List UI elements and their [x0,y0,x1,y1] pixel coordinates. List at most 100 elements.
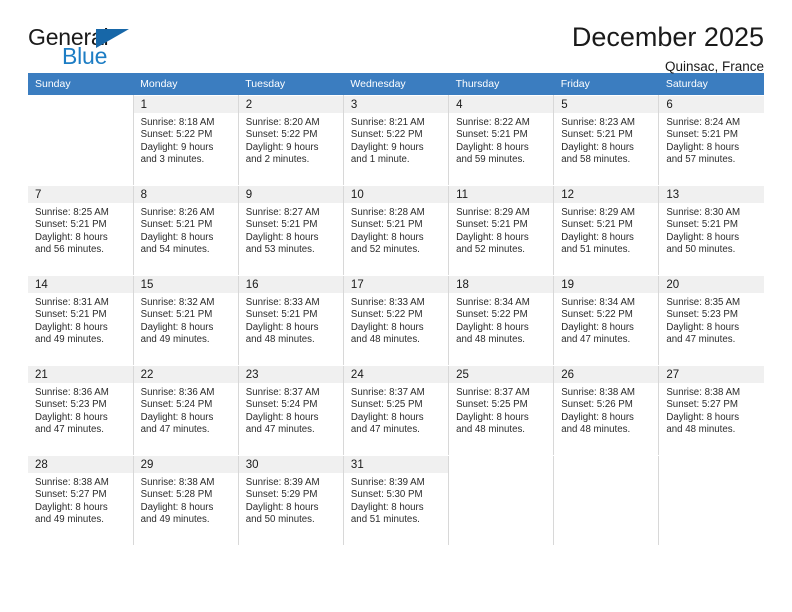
calendar-week-row: 14 Sunrise: 8:31 AM Sunset: 5:21 PM Dayli… [28,275,764,366]
day-sun-info: Sunrise: 8:28 AM Sunset: 5:21 PM Dayligh… [350,207,425,256]
calendar-day-cell[interactable]: 12 Sunrise: 8:29 AM Sunset: 5:21 PM Dayli… [553,185,660,276]
calendar-day-cell[interactable]: 1 Sunrise: 8:18 AM Sunset: 5:22 PM Daylig… [132,95,239,186]
calendar-week-row: 28 Sunrise: 8:38 AM Sunset: 5:27 PM Dayli… [28,455,764,546]
day-number: 30 [238,456,343,473]
calendar-day-cell[interactable]: 9 Sunrise: 8:27 AM Sunset: 5:21 PM Daylig… [237,185,344,276]
calendar-week-row: 21 Sunrise: 8:36 AM Sunset: 5:23 PM Dayli… [28,365,764,456]
calendar-day-cell[interactable]: 31 Sunrise: 8:39 AM Sunset: 5:30 PM Dayli… [342,455,450,546]
day-sun-info: Sunrise: 8:20 AM Sunset: 5:22 PM Dayligh… [245,117,320,166]
day-sun-info [659,473,764,477]
location-label: Quinsac, France [664,59,764,75]
day-sun-info: Sunrise: 8:37 AM Sunset: 5:25 PM Dayligh… [350,387,425,436]
day-sun-info: Sunrise: 8:29 AM Sunset: 5:21 PM Dayligh… [456,207,530,256]
calendar-day-cell[interactable]: 2 Sunrise: 8:20 AM Sunset: 5:22 PM Daylig… [237,95,344,186]
weekday-header-tuesday: Tuesday [238,73,344,96]
weekday-header-monday: Monday [133,73,239,96]
day-sun-info: Sunrise: 8:38 AM Sunset: 5:27 PM Dayligh… [666,387,741,436]
day-sun-info: Sunrise: 8:31 AM Sunset: 5:21 PM Dayligh… [35,297,109,346]
calendar-day-cell[interactable]: 28 Sunrise: 8:38 AM Sunset: 5:27 PM Dayli… [28,455,134,546]
day-sun-info: Sunrise: 8:38 AM Sunset: 5:28 PM Dayligh… [140,477,215,526]
calendar-day-cell[interactable]: 13 Sunrise: 8:30 AM Sunset: 5:21 PM Dayli… [658,185,764,276]
calendar-day-cell[interactable]: 25 Sunrise: 8:37 AM Sunset: 5:25 PM Dayli… [448,365,555,456]
calendar-day-cell[interactable]: 21 Sunrise: 8:36 AM Sunset: 5:23 PM Dayli… [28,365,134,456]
day-number: 2 [238,96,343,113]
weekday-header-friday: Friday [553,73,659,96]
day-sun-info [28,113,133,117]
calendar-day-cell[interactable]: 30 Sunrise: 8:39 AM Sunset: 5:29 PM Dayli… [237,455,344,546]
calendar-day-cell[interactable]: 16 Sunrise: 8:33 AM Sunset: 5:21 PM Dayli… [237,275,344,366]
calendar-day-cell[interactable]: 19 Sunrise: 8:34 AM Sunset: 5:22 PM Dayli… [553,275,660,366]
calendar-day-cell[interactable]: 5 Sunrise: 8:23 AM Sunset: 5:21 PM Daylig… [553,95,660,186]
calendar-day-cell[interactable]: 14 Sunrise: 8:31 AM Sunset: 5:21 PM Dayli… [28,275,134,366]
day-number: 7 [28,186,133,203]
calendar-page: General Blue December 2025 Quinsac, Fran… [0,0,792,612]
day-number: 18 [449,276,554,293]
calendar-cell-empty [448,455,555,546]
day-sun-info: Sunrise: 8:39 AM Sunset: 5:29 PM Dayligh… [245,477,320,526]
day-number: 14 [28,276,133,293]
day-number: 13 [659,186,764,203]
calendar-day-cell[interactable]: 26 Sunrise: 8:38 AM Sunset: 5:26 PM Dayli… [553,365,660,456]
calendar-day-cell[interactable]: 18 Sunrise: 8:34 AM Sunset: 5:22 PM Dayli… [448,275,555,366]
calendar-day-cell[interactable]: 6 Sunrise: 8:24 AM Sunset: 5:21 PM Daylig… [658,95,764,186]
day-number [554,456,659,473]
day-sun-info: Sunrise: 8:39 AM Sunset: 5:30 PM Dayligh… [350,477,425,526]
calendar-table: Sunday Monday Tuesday Wednesday Thursday… [28,73,764,546]
day-number [659,456,764,473]
day-sun-info: Sunrise: 8:38 AM Sunset: 5:27 PM Dayligh… [35,477,109,526]
calendar-day-cell[interactable]: 7 Sunrise: 8:25 AM Sunset: 5:21 PM Daylig… [28,185,134,276]
calendar-day-cell[interactable]: 24 Sunrise: 8:37 AM Sunset: 5:25 PM Dayli… [342,365,450,456]
calendar-day-cell[interactable]: 20 Sunrise: 8:35 AM Sunset: 5:23 PM Dayli… [658,275,764,366]
day-number: 10 [343,186,449,203]
calendar-day-cell[interactable]: 23 Sunrise: 8:37 AM Sunset: 5:24 PM Dayli… [237,365,344,456]
calendar-day-cell[interactable]: 10 Sunrise: 8:28 AM Sunset: 5:21 PM Dayli… [342,185,450,276]
day-number: 21 [28,366,133,383]
day-sun-info [449,473,553,477]
weekday-header-wednesday: Wednesday [343,73,449,96]
day-number [449,456,554,473]
day-number: 15 [133,276,238,293]
day-number: 16 [238,276,343,293]
day-sun-info: Sunrise: 8:18 AM Sunset: 5:22 PM Dayligh… [140,117,215,166]
day-number: 24 [343,366,449,383]
brand-logo[interactable]: General Blue [28,26,148,74]
day-number: 6 [659,96,764,113]
day-sun-info: Sunrise: 8:23 AM Sunset: 5:21 PM Dayligh… [561,117,635,166]
page-title: December 2025 [571,22,764,52]
day-number: 1 [133,96,238,113]
day-number: 29 [133,456,238,473]
day-sun-info: Sunrise: 8:33 AM Sunset: 5:22 PM Dayligh… [350,297,425,346]
day-number: 17 [343,276,449,293]
day-sun-info: Sunrise: 8:29 AM Sunset: 5:21 PM Dayligh… [561,207,635,256]
day-sun-info: Sunrise: 8:33 AM Sunset: 5:21 PM Dayligh… [245,297,320,346]
day-sun-info: Sunrise: 8:37 AM Sunset: 5:24 PM Dayligh… [245,387,320,436]
day-number: 28 [28,456,133,473]
calendar-week-row: 7 Sunrise: 8:25 AM Sunset: 5:21 PM Daylig… [28,185,764,276]
calendar-day-cell[interactable]: 11 Sunrise: 8:29 AM Sunset: 5:21 PM Dayli… [448,185,555,276]
day-number: 23 [238,366,343,383]
calendar-day-cell[interactable]: 17 Sunrise: 8:33 AM Sunset: 5:22 PM Dayli… [342,275,450,366]
calendar-cell-empty [658,455,764,546]
calendar-day-cell[interactable]: 3 Sunrise: 8:21 AM Sunset: 5:22 PM Daylig… [342,95,450,186]
day-number: 8 [133,186,238,203]
day-number: 3 [343,96,449,113]
calendar-day-cell[interactable]: 4 Sunrise: 8:22 AM Sunset: 5:21 PM Daylig… [448,95,555,186]
day-number: 26 [554,366,659,383]
day-sun-info: Sunrise: 8:25 AM Sunset: 5:21 PM Dayligh… [35,207,109,256]
day-number: 12 [554,186,659,203]
calendar-day-cell[interactable]: 22 Sunrise: 8:36 AM Sunset: 5:24 PM Dayli… [132,365,239,456]
brand-name-blue: Blue [62,43,108,69]
day-sun-info: Sunrise: 8:36 AM Sunset: 5:24 PM Dayligh… [140,387,215,436]
calendar-body: 1 Sunrise: 8:18 AM Sunset: 5:22 PM Daylig… [28,95,764,546]
calendar-day-cell[interactable]: 15 Sunrise: 8:32 AM Sunset: 5:21 PM Dayli… [132,275,239,366]
day-sun-info: Sunrise: 8:30 AM Sunset: 5:21 PM Dayligh… [666,207,741,256]
calendar-day-cell[interactable]: 27 Sunrise: 8:38 AM Sunset: 5:27 PM Dayli… [658,365,764,456]
calendar-day-cell[interactable]: 8 Sunrise: 8:26 AM Sunset: 5:21 PM Daylig… [132,185,239,276]
day-sun-info: Sunrise: 8:32 AM Sunset: 5:21 PM Dayligh… [140,297,215,346]
day-number: 11 [449,186,554,203]
day-sun-info: Sunrise: 8:35 AM Sunset: 5:23 PM Dayligh… [666,297,741,346]
calendar-day-cell[interactable]: 29 Sunrise: 8:38 AM Sunset: 5:28 PM Dayli… [132,455,239,546]
day-sun-info: Sunrise: 8:34 AM Sunset: 5:22 PM Dayligh… [456,297,530,346]
calendar-cell-empty [28,95,134,186]
day-number: 19 [554,276,659,293]
